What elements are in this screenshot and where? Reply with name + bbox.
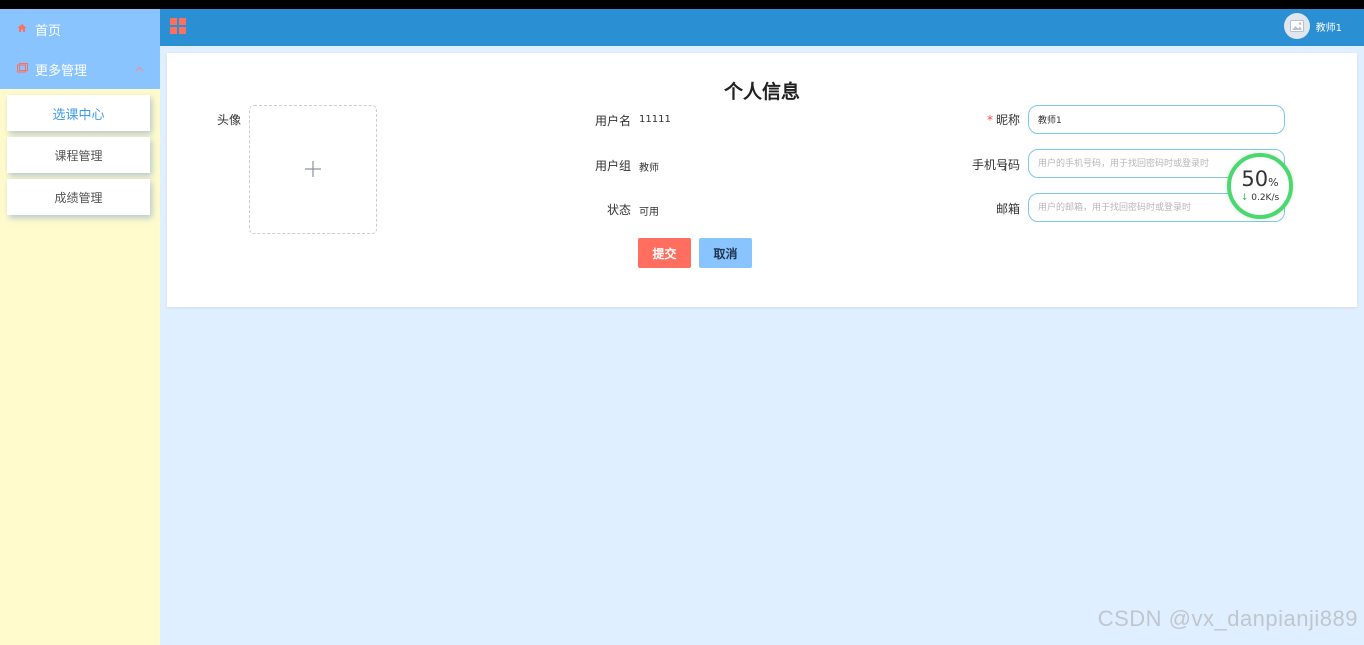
sidebar-item-label: 首页 bbox=[35, 23, 62, 39]
group-label: 用户组 bbox=[594, 159, 631, 173]
sidebar-item-more-management[interactable]: 更多管理 bbox=[0, 49, 160, 89]
image-icon bbox=[1289, 20, 1304, 32]
page-title: 个人信息 bbox=[723, 81, 800, 103]
status-value: 可用 bbox=[639, 207, 659, 218]
sidebar: 首页 更多管理 选课中心 课程管理 成绩管理 bbox=[0, 9, 160, 645]
folder-icon bbox=[17, 62, 29, 76]
watermark: CSDN @vx_danpianji889 bbox=[1097, 606, 1358, 631]
username-value: 11111 bbox=[639, 114, 671, 125]
chevron-up-icon bbox=[135, 64, 144, 75]
submenu-item-course-management[interactable]: 课程管理 bbox=[7, 137, 150, 173]
avatar-label: 头像 bbox=[216, 113, 241, 127]
speed-percent: 50% bbox=[1241, 167, 1279, 191]
sidebar-item-label: 更多管理 bbox=[35, 63, 88, 79]
required-mark: * bbox=[986, 113, 993, 127]
avatar bbox=[1283, 13, 1310, 39]
nickname-input[interactable] bbox=[1028, 105, 1285, 134]
email-label: 邮箱 bbox=[995, 202, 1020, 216]
submenu: 选课中心 课程管理 成绩管理 bbox=[0, 89, 160, 215]
plus-icon bbox=[304, 157, 322, 183]
user-name: 教师1 bbox=[1315, 22, 1342, 34]
sidebar-item-home[interactable]: 首页 bbox=[0, 9, 160, 49]
avatar-upload[interactable] bbox=[249, 105, 377, 234]
text-cursor-icon: I bbox=[1004, 161, 1008, 174]
submit-button[interactable]: 提交 bbox=[638, 238, 691, 268]
user-menu[interactable]: 教师1 bbox=[1283, 13, 1342, 39]
group-value: 教师 bbox=[639, 163, 659, 174]
cancel-button[interactable]: 取消 bbox=[699, 238, 752, 268]
submenu-item-grade-management[interactable]: 成绩管理 bbox=[7, 179, 150, 215]
nickname-label: * 昵称 bbox=[986, 113, 1020, 127]
speed-rate: ↓ 0.2K/s bbox=[1240, 193, 1280, 203]
top-bar bbox=[0, 0, 1364, 13]
network-speed-widget[interactable]: 50% ↓ 0.2K/s bbox=[1227, 153, 1293, 219]
username-label: 用户名 bbox=[594, 114, 631, 128]
arrow-down-icon: ↓ bbox=[1240, 193, 1249, 203]
status-label: 状态 bbox=[606, 203, 631, 217]
top-header: 教师1 bbox=[160, 9, 1364, 46]
submenu-item-course-selection[interactable]: 选课中心 bbox=[7, 95, 150, 131]
home-icon bbox=[17, 23, 29, 36]
grid-menu-icon[interactable] bbox=[170, 18, 187, 35]
profile-card: 个人信息 头像 用户名 11111 用户组 教师 状态 可用 *昵称 手机号码 … bbox=[167, 53, 1357, 307]
